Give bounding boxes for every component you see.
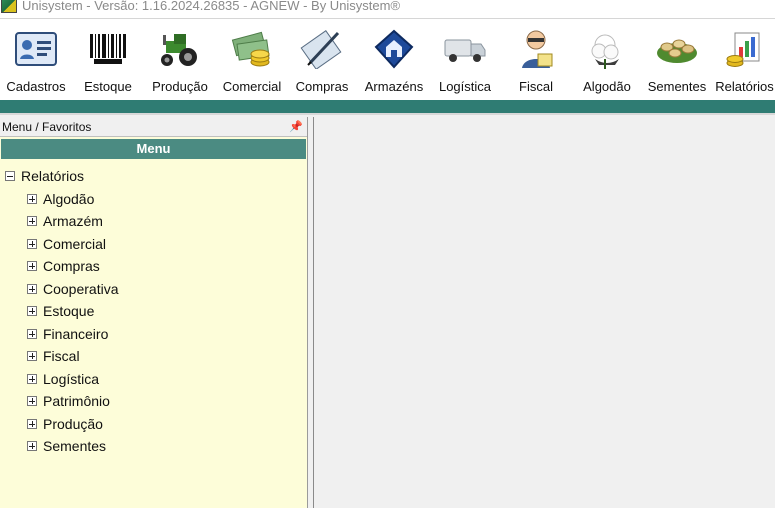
- tree-node-comercial[interactable]: Comercial: [0, 233, 307, 256]
- toolbar-button-logistica[interactable]: Logística: [432, 27, 498, 99]
- workspace-area: [314, 117, 775, 508]
- tree-node-label: Comercial: [43, 235, 107, 252]
- seeds-icon: [655, 27, 699, 71]
- tree-node-estoque[interactable]: Estoque: [0, 300, 307, 323]
- inspector-icon: [514, 27, 558, 71]
- toolbar-button-cadastros[interactable]: Cadastros: [4, 27, 68, 99]
- tree-node-compras[interactable]: Compras: [0, 255, 307, 278]
- app-logo-icon: [1, 0, 17, 13]
- tree-node-cooperativa[interactable]: Cooperativa: [0, 278, 307, 301]
- tree-node-label: Financeiro: [43, 325, 109, 342]
- pin-icon[interactable]: 📌: [289, 120, 303, 133]
- expand-icon[interactable]: [27, 351, 37, 362]
- expand-icon[interactable]: [27, 261, 37, 272]
- tree-node-label: Produção: [43, 415, 103, 432]
- expand-icon[interactable]: [27, 306, 37, 317]
- pen-paper-icon: [300, 27, 344, 71]
- panel-header: Menu / Favoritos 📌: [0, 117, 307, 137]
- tree-node-financeiro[interactable]: Financeiro: [0, 323, 307, 346]
- menu-tree: Relatórios Algodão Armazém Comercial Com…: [0, 159, 307, 458]
- toolbar-button-sementes[interactable]: Sementes: [644, 27, 710, 99]
- menu-favorites-panel: Menu / Favoritos 📌 Menu Relatórios Algod…: [0, 117, 308, 508]
- main-toolbar: Cadastros Estoque Produção Comercial Com…: [0, 18, 775, 100]
- tree-node-logistica[interactable]: Logística: [0, 368, 307, 391]
- tree-node-patrimonio[interactable]: Patrimônio: [0, 390, 307, 413]
- tree-node-label: Algodão: [43, 190, 95, 207]
- tree-node-label: Cooperativa: [43, 280, 119, 297]
- expand-icon[interactable]: [27, 238, 37, 249]
- tree-node-label: Relatórios: [21, 168, 85, 185]
- expand-icon[interactable]: [27, 216, 37, 227]
- expand-icon[interactable]: [27, 441, 37, 452]
- expand-icon[interactable]: [27, 193, 37, 204]
- money-coins-icon: [230, 27, 274, 71]
- tree-node-label: Estoque: [43, 303, 95, 320]
- menu-title-bar: Menu: [1, 139, 306, 159]
- toolbar-button-comercial[interactable]: Comercial: [220, 27, 284, 99]
- expand-icon[interactable]: [27, 396, 37, 407]
- tree-node-fiscal[interactable]: Fiscal: [0, 345, 307, 368]
- tree-node-label: Sementes: [43, 438, 107, 455]
- tree-node-producao[interactable]: Produção: [0, 413, 307, 436]
- tree-node-algodao[interactable]: Algodão: [0, 188, 307, 211]
- toolbar-button-estoque[interactable]: Estoque: [76, 27, 140, 99]
- tree-node-label: Armazém: [43, 213, 103, 230]
- house-arrow-icon: [372, 27, 416, 71]
- tree-node-label: Patrimônio: [43, 393, 110, 410]
- collapse-icon[interactable]: [5, 171, 15, 182]
- window-title: Unisystem - Versão: 1.16.2024.26835 - AG…: [22, 0, 401, 13]
- tree-node-label: Fiscal: [43, 348, 80, 365]
- tree-node-armazem[interactable]: Armazém: [0, 210, 307, 233]
- panel-title: Menu / Favoritos: [2, 119, 92, 134]
- tree-node-label: Compras: [43, 258, 100, 275]
- truck-icon: [443, 27, 487, 71]
- accent-bar: [0, 100, 775, 115]
- expand-icon[interactable]: [27, 328, 37, 339]
- toolbar-button-fiscal[interactable]: Fiscal: [504, 27, 568, 99]
- tree-node-relatorios[interactable]: Relatórios: [0, 165, 307, 188]
- id-card-icon: [14, 27, 58, 71]
- tree-node-sementes[interactable]: Sementes: [0, 435, 307, 458]
- tree-node-label: Logística: [43, 370, 100, 387]
- tractor-icon: [158, 27, 202, 71]
- report-chart-icon: [723, 27, 767, 71]
- expand-icon[interactable]: [27, 418, 37, 429]
- toolbar-button-relatorios[interactable]: Relatórios: [714, 27, 775, 99]
- toolbar-button-producao[interactable]: Produção: [148, 27, 212, 99]
- toolbar-button-armazens[interactable]: Armazéns: [360, 27, 428, 99]
- expand-icon[interactable]: [27, 373, 37, 384]
- title-bar: Unisystem - Versão: 1.16.2024.26835 - AG…: [0, 0, 775, 18]
- toolbar-button-compras[interactable]: Compras: [290, 27, 354, 99]
- toolbar-button-algodao[interactable]: Algodão: [574, 27, 640, 99]
- cotton-icon: [585, 27, 629, 71]
- barcode-icon: [86, 27, 130, 71]
- expand-icon[interactable]: [27, 283, 37, 294]
